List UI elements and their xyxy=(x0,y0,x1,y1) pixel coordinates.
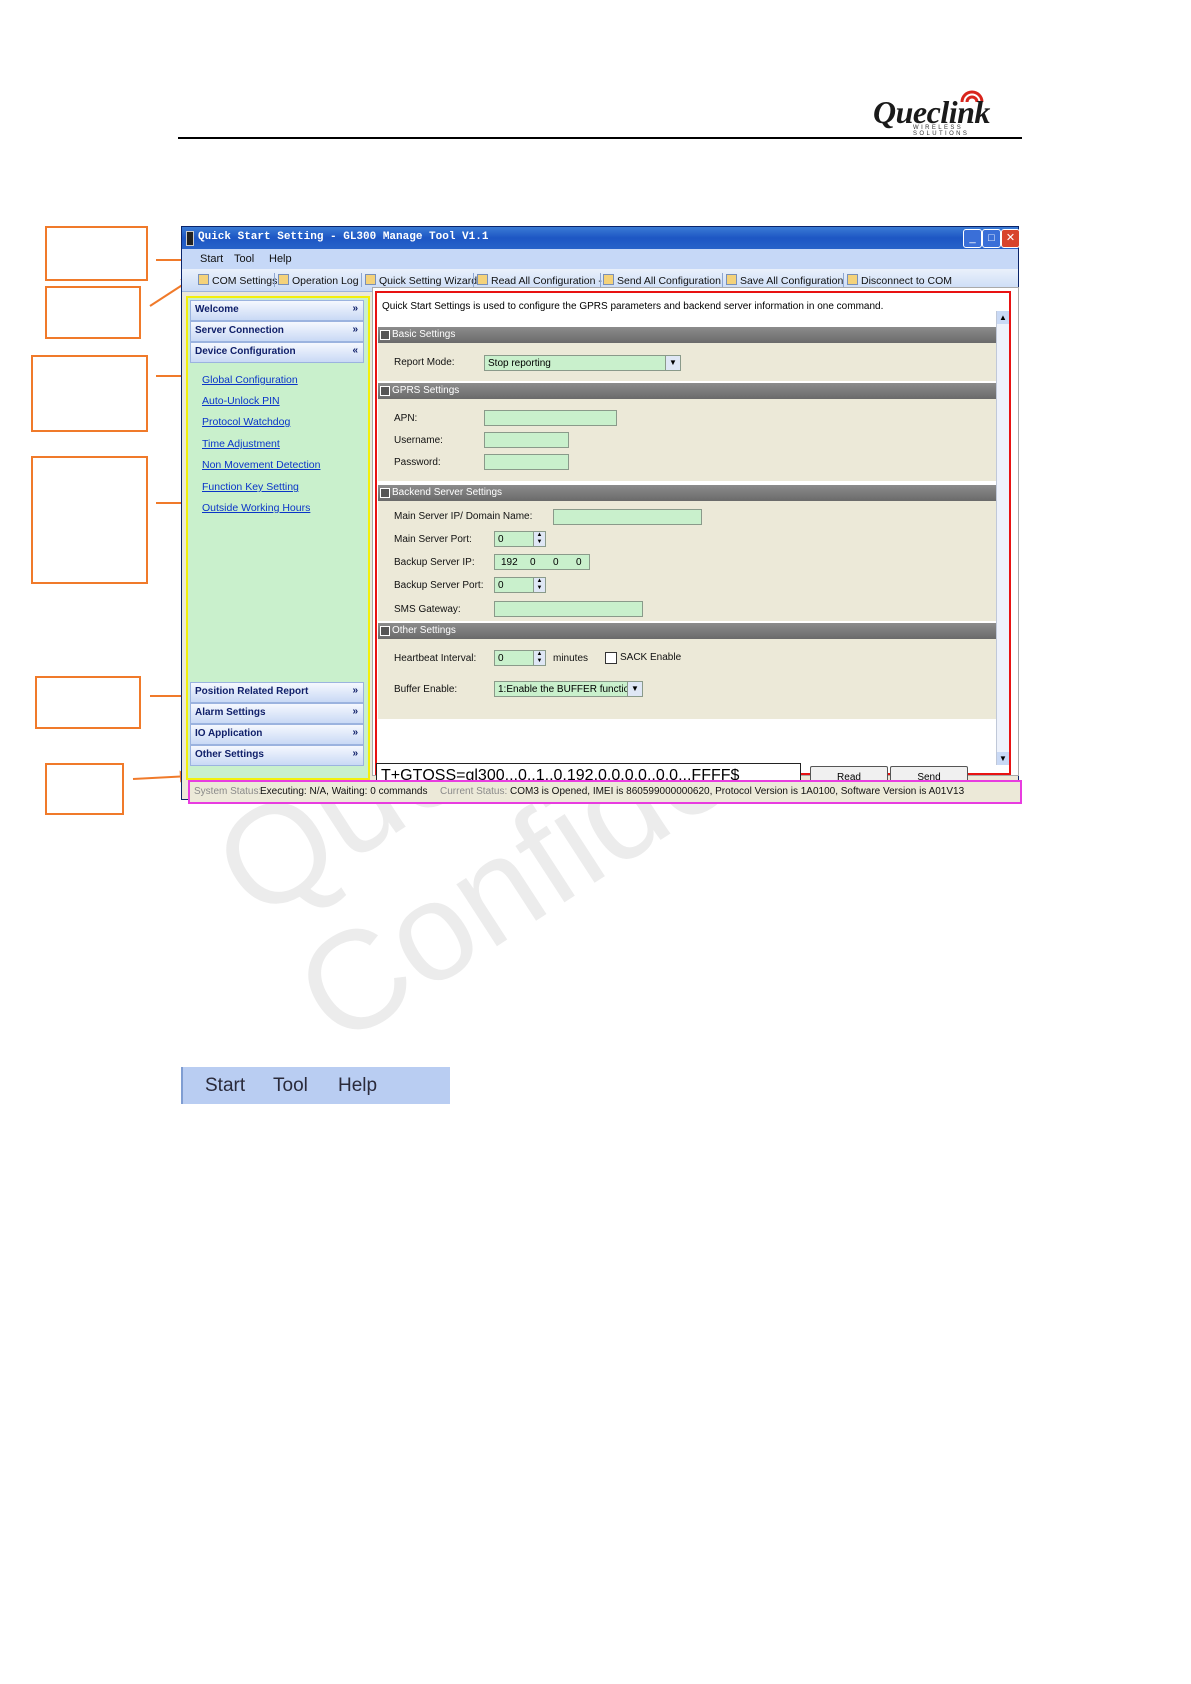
callout-arrow-status xyxy=(132,775,188,780)
read-all-configuration-label: Read All Configuration - xyxy=(491,275,602,287)
callout-box-content xyxy=(31,456,148,584)
read-icon xyxy=(477,274,488,285)
menu-start[interactable]: Start xyxy=(205,1075,245,1097)
callout-box-menu xyxy=(45,226,148,281)
nav-group-device-configuration[interactable]: Device Configuration « xyxy=(190,342,364,363)
menu-tool[interactable]: Tool xyxy=(273,1075,308,1097)
logo-tagline: WIRELESS SOLUTIONS xyxy=(913,125,970,137)
com-settings-label: COM Settings xyxy=(212,275,278,287)
content-highlight-frame xyxy=(375,291,1011,775)
disconnect-com-button[interactable]: Disconnect to COM xyxy=(847,274,952,287)
chevron-down-icon: » xyxy=(352,685,358,696)
com-settings-button[interactable]: COM Settings xyxy=(198,274,277,287)
chevron-up-icon: « xyxy=(352,345,358,356)
callout-box-status xyxy=(45,763,124,815)
minimize-button[interactable]: _ xyxy=(963,229,982,248)
menu-bar: Start Tool Help xyxy=(182,249,1018,269)
maximize-button[interactable]: □ xyxy=(982,229,1001,248)
nav-group-label: IO Application xyxy=(195,728,263,739)
menu-start[interactable]: Start xyxy=(200,253,223,265)
operation-log-icon xyxy=(278,274,289,285)
left-navigation: Welcome » Server Connection » Device Confi… xyxy=(186,296,370,780)
menu-help[interactable]: Help xyxy=(269,253,292,265)
chevron-down-icon: » xyxy=(352,727,358,738)
queclink-logo: Queclink WIRELESS SOLUTIONS xyxy=(873,86,1023,137)
nav-group-alarm-settings[interactable]: Alarm Settings » xyxy=(190,703,364,724)
wizard-icon xyxy=(365,274,376,285)
toolbar-separator xyxy=(274,273,275,287)
quick-setting-wizard-button[interactable]: Quick Setting Wizard xyxy=(365,274,477,287)
system-status-label: System Status: xyxy=(194,786,262,797)
callout-box-toolbar xyxy=(45,286,141,339)
nav-group-label: Other Settings xyxy=(195,749,264,760)
nav-link-non-movement-detection[interactable]: Non Movement Detection xyxy=(202,459,320,471)
nav-link-time-adjustment[interactable]: Time Adjustment xyxy=(202,438,280,450)
save-all-configuration-button[interactable]: Save All Configuration xyxy=(726,274,843,287)
nav-link-global-configuration[interactable]: Global Configuration xyxy=(202,374,298,386)
nav-group-server-connection[interactable]: Server Connection » xyxy=(190,321,364,342)
window-title: Quick Start Setting - GL300 Manage Tool … xyxy=(198,231,489,243)
toolbar-separator xyxy=(600,273,601,287)
toolbar-separator xyxy=(722,273,723,287)
app-icon xyxy=(186,231,194,246)
disconnect-icon xyxy=(847,274,858,285)
chevron-down-icon: » xyxy=(352,748,358,759)
close-button[interactable]: ✕ xyxy=(1001,229,1020,248)
nav-group-label: Device Configuration xyxy=(195,346,296,357)
nav-group-other-settings[interactable]: Other Settings » xyxy=(190,745,364,766)
send-all-configuration-button[interactable]: Send All Configuration xyxy=(603,274,721,287)
nav-group-label: Alarm Settings xyxy=(195,707,266,718)
menu-tool[interactable]: Tool xyxy=(234,253,254,265)
menu-help[interactable]: Help xyxy=(338,1075,377,1097)
menu-bar-closeup: Start Tool Help xyxy=(181,1067,450,1104)
app-window: Quick Start Setting - GL300 Manage Tool … xyxy=(181,226,1022,804)
chevron-down-icon: » xyxy=(352,706,358,717)
chevron-down-icon: » xyxy=(352,303,358,314)
save-icon xyxy=(726,274,737,285)
send-all-configuration-label: Send All Configuration xyxy=(617,275,721,287)
status-bar: System Status: Executing: N/A, Waiting: … xyxy=(188,780,1022,804)
save-all-configuration-label: Save All Configuration xyxy=(740,275,844,287)
operation-log-label: Operation Log xyxy=(292,275,359,287)
nav-group-welcome[interactable]: Welcome » xyxy=(190,300,364,321)
nav-link-auto-unlock-pin[interactable]: Auto-Unlock PIN xyxy=(202,395,280,407)
title-bar[interactable]: Quick Start Setting - GL300 Manage Tool … xyxy=(182,227,1020,249)
system-status-value: Executing: N/A, Waiting: 0 commands xyxy=(260,786,428,797)
callout-box-nav-bottom xyxy=(35,676,141,729)
nav-link-protocol-watchdog[interactable]: Protocol Watchdog xyxy=(202,416,290,428)
toolbar-separator xyxy=(473,273,474,287)
read-all-configuration-button[interactable]: Read All Configuration - xyxy=(477,274,602,287)
current-status-label: Current Status: xyxy=(440,786,508,797)
callout-box-nav xyxy=(31,355,148,432)
nav-group-position-related-report[interactable]: Position Related Report » xyxy=(190,682,364,703)
operation-log-button[interactable]: Operation Log xyxy=(278,274,359,287)
disconnect-com-label: Disconnect to COM xyxy=(861,275,953,287)
nav-group-label: Welcome xyxy=(195,304,239,315)
quick-setting-wizard-label: Quick Setting Wizard xyxy=(379,275,478,287)
nav-group-label: Server Connection xyxy=(195,325,284,336)
header-rule xyxy=(178,137,1022,139)
com-settings-icon xyxy=(198,274,209,285)
nav-group-io-application[interactable]: IO Application » xyxy=(190,724,364,745)
toolbar-separator xyxy=(843,273,844,287)
send-icon xyxy=(603,274,614,285)
chevron-down-icon: » xyxy=(352,324,358,335)
nav-link-function-key-setting[interactable]: Function Key Setting xyxy=(202,481,299,493)
nav-link-outside-working-hours[interactable]: Outside Working Hours xyxy=(202,502,310,514)
toolbar-separator xyxy=(361,273,362,287)
current-status-value: COM3 is Opened, IMEI is 860599000000620,… xyxy=(510,786,965,797)
nav-group-label: Position Related Report xyxy=(195,686,309,697)
